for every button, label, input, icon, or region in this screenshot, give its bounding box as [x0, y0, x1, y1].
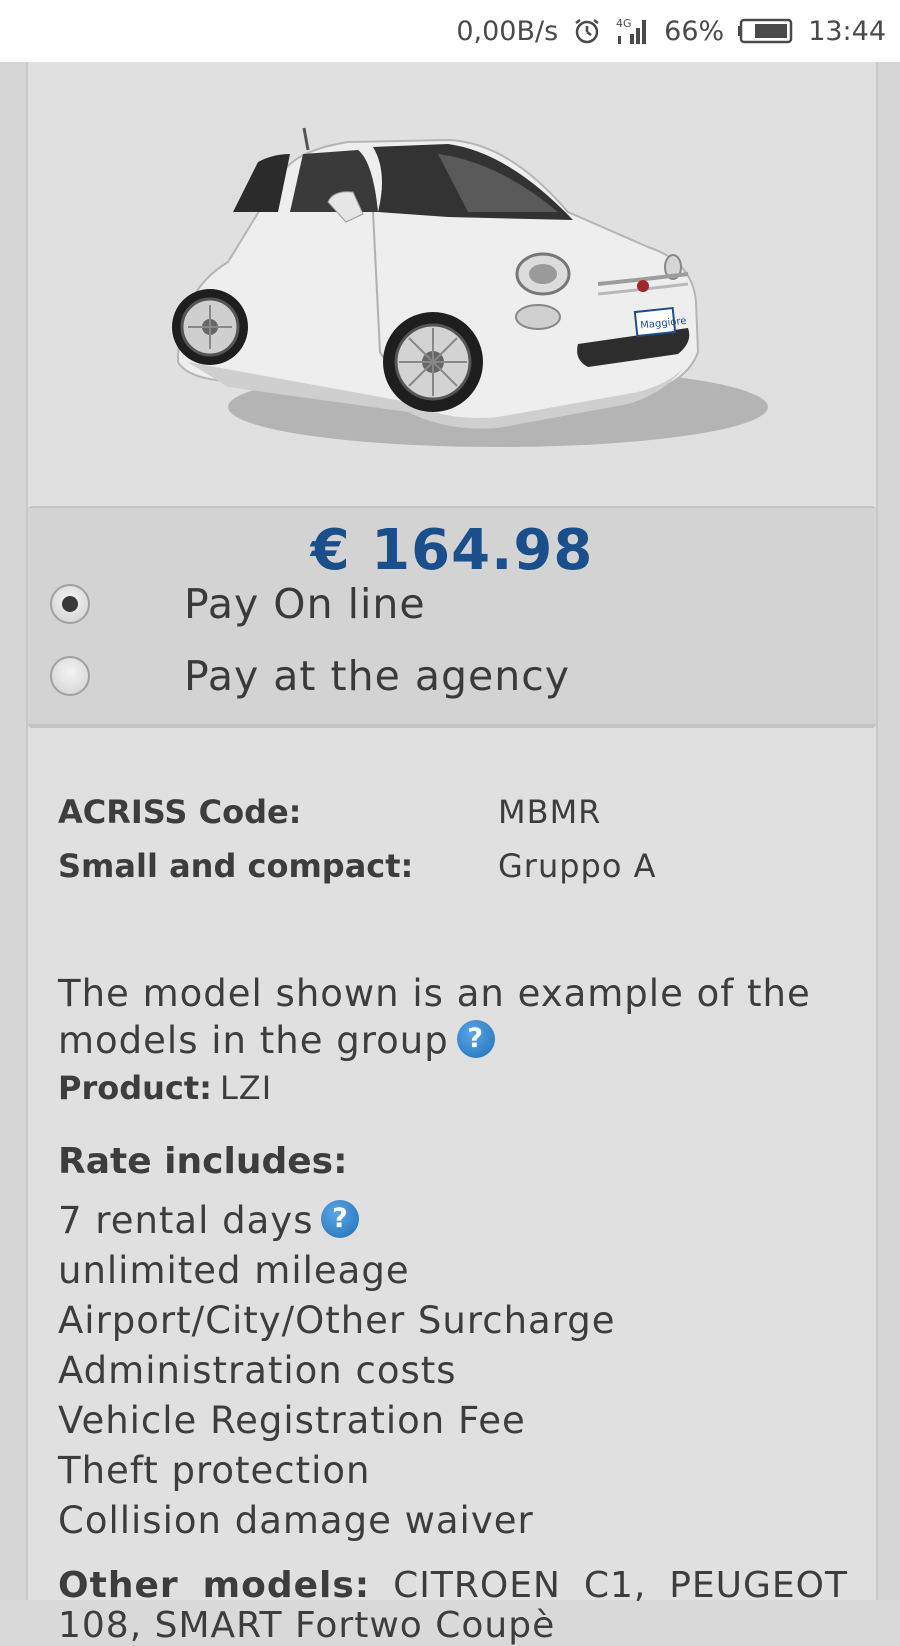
acriss-value: MBMR — [498, 793, 602, 831]
list-item: Airport/City/Other Surcharge — [58, 1299, 616, 1342]
category-value: Gruppo A — [498, 847, 657, 885]
clock-time: 13:44 — [808, 15, 886, 47]
list-item: 7 rental days? — [58, 1196, 848, 1246]
list-item: Vehicle Registration Fee — [58, 1399, 526, 1442]
car-image: Maggiore — [28, 62, 876, 506]
net-speed: 0,00B/s — [456, 15, 559, 47]
status-bar: 0,00B/s 4G 66% 13:44 — [0, 0, 900, 62]
battery-icon — [738, 18, 794, 44]
battery-percent: 66% — [664, 15, 725, 47]
rate-includes-list: 7 rental days? unlimited mileage Airport… — [58, 1196, 848, 1546]
other-models: Other models: CITROEN C1, PEUGEOT 108, S… — [58, 1566, 848, 1646]
pay-online-radio[interactable] — [50, 584, 90, 624]
product-label: Product: — [58, 1069, 212, 1107]
product-row: Product: LZI — [58, 1068, 272, 1108]
rate-item-rental-days: 7 rental days — [58, 1199, 314, 1242]
model-example-note: The model shown is an example of the mod… — [58, 970, 848, 1064]
pay-online-label[interactable]: Pay On line — [184, 574, 426, 634]
payment-box: € 164.98 Pay On line Pay at the agency — [28, 506, 876, 728]
network-type: 4G — [616, 17, 632, 30]
product-value: LZI — [219, 1069, 273, 1107]
vehicle-card: Maggiore € 164.98 Pay On line Pay at the… — [26, 62, 878, 1646]
acriss-label: ACRISS Code: — [58, 793, 302, 831]
pay-agency-label[interactable]: Pay at the agency — [184, 646, 570, 706]
category-label: Small and compact: — [58, 847, 414, 885]
pay-online-option[interactable]: Pay On line — [28, 574, 876, 634]
help-icon[interactable]: ? — [321, 1200, 360, 1238]
rate-includes-title: Rate includes: — [58, 1141, 348, 1182]
acriss-row: ACRISS Code: MBMR — [58, 792, 848, 832]
page: Maggiore € 164.98 Pay On line Pay at the… — [0, 62, 900, 1646]
pay-agency-radio[interactable] — [50, 656, 90, 696]
signal-icon: 4G — [616, 16, 650, 46]
help-icon[interactable]: ? — [456, 1020, 495, 1058]
list-item: Collision damage waiver — [58, 1499, 534, 1542]
pay-agency-option[interactable]: Pay at the agency — [28, 646, 876, 706]
model-example-text: The model shown is an example of the mod… — [58, 972, 811, 1062]
category-row: Small and compact: Gruppo A — [58, 846, 848, 886]
list-item: Administration costs — [58, 1349, 457, 1392]
list-item: Theft protection — [58, 1449, 371, 1492]
alarm-clock-icon — [572, 16, 602, 46]
list-item: unlimited mileage — [58, 1249, 410, 1292]
